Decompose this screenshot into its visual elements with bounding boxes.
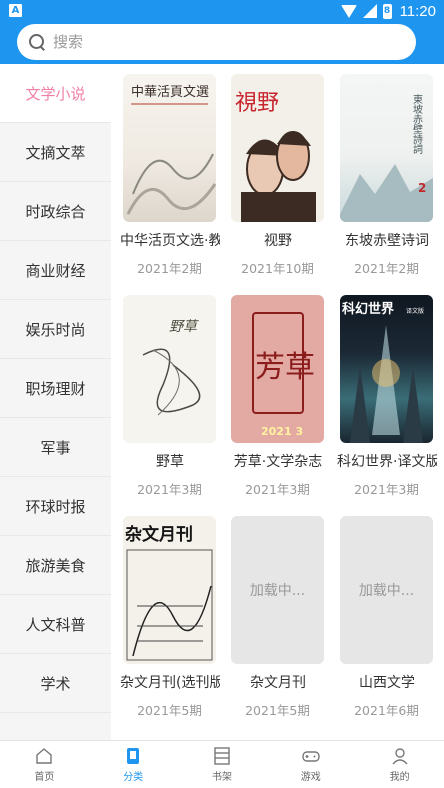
magazine-title: 山西文学 bbox=[359, 675, 415, 691]
cover-subtitle: 译文版 bbox=[406, 307, 424, 315]
magazine-card[interactable]: 視野 视野 2021年10期 bbox=[231, 74, 324, 277]
magazine-cover[interactable]: 野草 bbox=[123, 295, 216, 443]
search-bar[interactable] bbox=[17, 24, 416, 60]
user-icon bbox=[392, 748, 408, 765]
app-notification-icon: A bbox=[9, 4, 22, 17]
bookshelf-icon bbox=[214, 747, 230, 765]
magazine-card[interactable]: 杂文月刊 杂文月刊(选刊版 2021年5期 bbox=[120, 516, 220, 719]
magazine-issue: 2021年3期 bbox=[354, 482, 419, 497]
magazine-cover[interactable]: 杂文月刊 bbox=[123, 516, 216, 664]
magazine-card[interactable]: 野草 野草 2021年3期 bbox=[123, 295, 216, 498]
nav-tab-label: 首页 bbox=[34, 772, 55, 783]
category-item-academic[interactable]: 学术 bbox=[0, 654, 111, 713]
nav-tab-home[interactable]: 首页 bbox=[0, 741, 89, 788]
magazine-cover-loading[interactable]: 加载中... bbox=[340, 516, 433, 664]
magazine-title: 芳草·文学杂志 bbox=[233, 454, 323, 470]
category-item-global-times[interactable]: 环球时报 bbox=[0, 477, 111, 536]
cover-issue-number: 2021 3 bbox=[261, 425, 303, 438]
nav-tab-games[interactable]: 游戏 bbox=[266, 741, 355, 788]
magazine-title: 杂文月刊(选刊版 bbox=[120, 675, 220, 691]
cover-art: 東坡赤壁詩詞 2 bbox=[340, 93, 433, 222]
top-bar: A 8 11:20 bbox=[0, 0, 444, 64]
magazine-issue: 2021年2期 bbox=[137, 261, 202, 276]
magazine-issue: 2021年3期 bbox=[245, 482, 310, 497]
nav-tab-label: 分类 bbox=[123, 772, 144, 783]
magazine-cover-loading[interactable]: 加载中... bbox=[231, 516, 324, 664]
cover-title: 視野 bbox=[235, 91, 279, 116]
magazine-card[interactable]: 加载中... 杂文月刊 2021年5期 bbox=[231, 516, 324, 719]
nav-tab-bookshelf[interactable]: 书架 bbox=[178, 741, 267, 788]
status-bar: A 8 11:20 bbox=[0, 0, 444, 22]
magazine-card[interactable]: 科幻世界 译文版 科幻世界·译文版 2021年3期 bbox=[337, 295, 437, 498]
magazine-grid: 中華活頁文選 中华活页文选·教 2021年2期 視野 视野 2021年10期 東… bbox=[111, 64, 444, 740]
magazine-title: 杂文月刊 bbox=[250, 675, 306, 691]
search-input[interactable] bbox=[53, 33, 383, 51]
category-item-military[interactable]: 军事 bbox=[0, 418, 111, 477]
magazine-cover[interactable]: 芳草 2021 3 bbox=[231, 295, 324, 443]
home-icon bbox=[36, 748, 53, 764]
cover-art: 野草 bbox=[142, 319, 201, 416]
signal-icon bbox=[362, 4, 377, 18]
magazine-issue: 2021年3期 bbox=[137, 482, 202, 497]
nav-tab-label: 游戏 bbox=[300, 772, 321, 783]
magazine-card[interactable]: 加载中... 山西文学 2021年6期 bbox=[340, 516, 433, 719]
cover-art: 中華活頁文選 bbox=[126, 85, 216, 215]
wifi-icon bbox=[340, 4, 357, 18]
magazine-cover[interactable]: 科幻世界 译文版 bbox=[340, 295, 433, 443]
magazine-title: 科幻世界·译文版 bbox=[337, 454, 437, 470]
cover-title: 杂文月刊 bbox=[125, 524, 193, 545]
cover-art: 杂文月刊 bbox=[125, 524, 213, 661]
category-item-digest[interactable]: 文摘文萃 bbox=[0, 123, 111, 182]
category-item-career[interactable]: 职场理财 bbox=[0, 359, 111, 418]
category-item-science[interactable]: 人文科普 bbox=[0, 595, 111, 654]
nav-tab-category[interactable]: 分类 bbox=[89, 741, 178, 788]
cover-art: 視野 bbox=[235, 91, 316, 222]
search-icon bbox=[29, 34, 45, 50]
cover-issue-number: 2 bbox=[418, 181, 426, 195]
magazine-title: 野草 bbox=[156, 454, 184, 470]
magazine-issue: 2021年2期 bbox=[354, 261, 419, 276]
cover-art: 科幻世界 译文版 bbox=[342, 301, 424, 443]
magazine-title: 视野 bbox=[264, 233, 292, 249]
magazine-issue: 2021年5期 bbox=[137, 703, 202, 718]
magazine-cover[interactable]: 東坡赤壁詩詞 2 bbox=[340, 74, 433, 222]
magazine-cover[interactable]: 中華活頁文選 bbox=[123, 74, 216, 222]
magazine-issue: 2021年5期 bbox=[245, 703, 310, 718]
status-time: 11:20 bbox=[399, 2, 436, 20]
battery-icon: 8 bbox=[382, 3, 392, 19]
magazine-issue: 2021年6期 bbox=[354, 703, 419, 718]
category-item-business[interactable]: 商业财经 bbox=[0, 241, 111, 300]
cover-title: 東坡赤壁詩詞 bbox=[411, 93, 423, 155]
category-sidebar[interactable]: 文学小说 文摘文萃 时政综合 商业财经 娱乐时尚 职场理财 军事 环球时报 旅游… bbox=[0, 64, 111, 740]
cover-title: 野草 bbox=[169, 319, 199, 335]
magazine-card[interactable]: 中華活頁文選 中华活页文选·教 2021年2期 bbox=[120, 74, 220, 277]
magazine-card[interactable]: 東坡赤壁詩詞 2 东坡赤壁诗词 2021年2期 bbox=[340, 74, 433, 277]
cover-art: 芳草 2021 3 bbox=[252, 312, 315, 438]
category-item-politics[interactable]: 时政综合 bbox=[0, 182, 111, 241]
category-item-entertainment[interactable]: 娱乐时尚 bbox=[0, 300, 111, 359]
cover-title: 芳草 bbox=[255, 350, 315, 385]
magazine-issue: 2021年10期 bbox=[241, 261, 314, 276]
nav-tab-label: 我的 bbox=[389, 772, 410, 783]
category-item-literature[interactable]: 文学小说 bbox=[0, 64, 111, 123]
cover-title: 科幻世界 bbox=[342, 301, 394, 317]
nav-tab-label: 书架 bbox=[211, 772, 232, 783]
category-icon bbox=[127, 748, 140, 764]
magazine-title: 东坡赤壁诗词 bbox=[345, 233, 429, 249]
gamepad-icon bbox=[302, 751, 320, 762]
cover-title: 中華活頁文選 bbox=[131, 85, 209, 100]
magazine-title: 中华活页文选·教 bbox=[120, 233, 220, 249]
category-item-travel-food[interactable]: 旅游美食 bbox=[0, 536, 111, 595]
nav-tab-profile[interactable]: 我的 bbox=[355, 741, 444, 788]
status-indicators: 8 11:20 bbox=[340, 2, 436, 20]
magazine-cover[interactable]: 視野 bbox=[231, 74, 324, 222]
bottom-navigation: 首页 分类 书架 游戏 我的 bbox=[0, 740, 444, 788]
magazine-card[interactable]: 芳草 2021 3 芳草·文学杂志 2021年3期 bbox=[231, 295, 324, 498]
